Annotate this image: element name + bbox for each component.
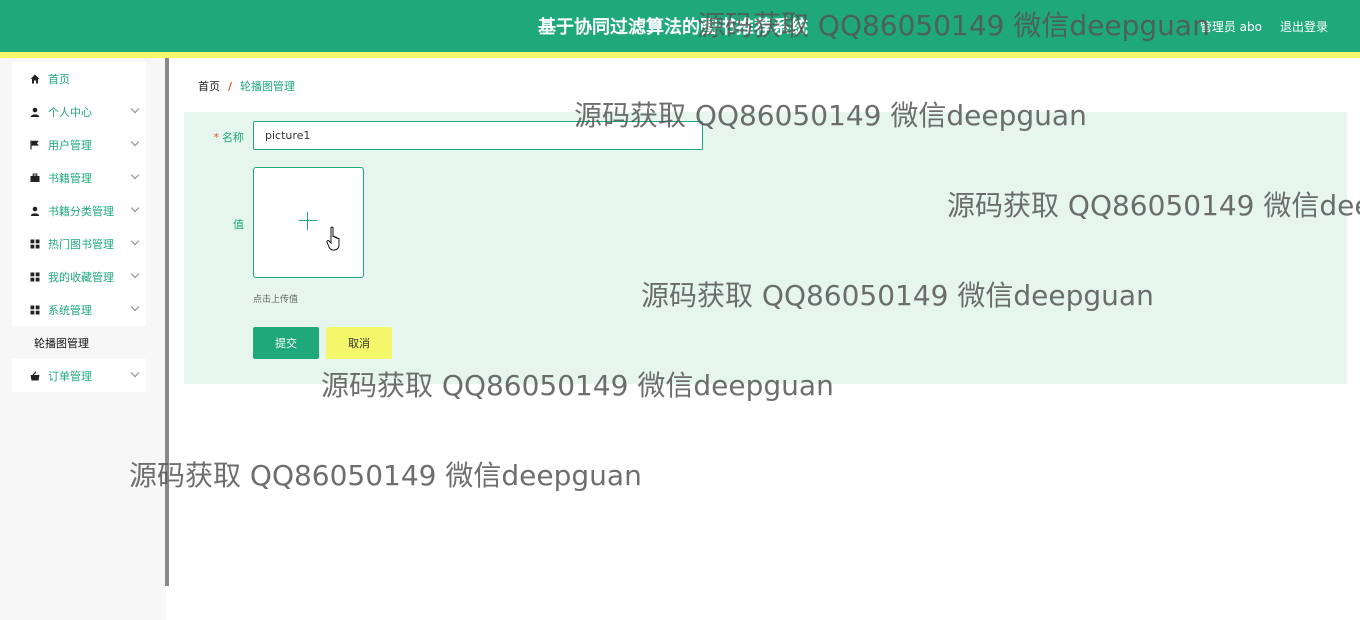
sidebar-item-label: 热门图书管理: [48, 237, 114, 251]
sidebar-item-label: 订单管理: [48, 369, 92, 383]
sidebar-item-system-management[interactable]: 系统管理: [12, 293, 146, 326]
sidebar-item-book-category-management[interactable]: 书籍分类管理: [12, 194, 146, 227]
sidebar-item-home[interactable]: 首页: [12, 62, 146, 95]
sidebar-item-label: 书籍管理: [48, 171, 92, 185]
sidebar-item-order-management[interactable]: 订单管理: [12, 359, 146, 392]
cancel-button[interactable]: 取消: [326, 327, 392, 359]
top-header-bar: 基于协同过滤算法的图书推荐系统 管理员 abo 退出登录: [0, 0, 1360, 52]
grid-icon: [30, 239, 40, 249]
required-asterisk: *: [213, 131, 220, 144]
current-user-label: 管理员 abo: [1199, 20, 1262, 34]
breadcrumb-current: 轮播图管理: [240, 80, 296, 93]
sidebar-scrollbar[interactable]: [165, 58, 169, 586]
sidebar-item-label: 书籍分类管理: [48, 204, 114, 218]
breadcrumb-home-link[interactable]: 首页: [198, 78, 220, 94]
image-upload-box[interactable]: [253, 167, 364, 278]
header-user-area: 管理员 abo 退出登录: [1200, 18, 1328, 35]
sidebar-item-label: 轮播图管理: [34, 336, 89, 350]
sidebar-item-book-management[interactable]: 书籍管理: [12, 161, 146, 194]
chevron-down-icon: [130, 368, 140, 378]
submit-button[interactable]: 提交: [253, 327, 319, 359]
pointer-hand-icon: [326, 226, 340, 251]
plus-icon: [299, 212, 317, 230]
value-field-label: 值: [233, 218, 244, 231]
sidebar: 首页 个人中心 用户管理 书籍管理 书籍分类管理 热门图书管理 我的收藏管理 系…: [0, 58, 166, 620]
app-title: 基于协同过滤算法的图书推荐系统: [538, 17, 808, 38]
chevron-down-icon: [130, 302, 140, 312]
sidebar-item-popular-books-management[interactable]: 热门图书管理: [12, 227, 146, 260]
sidebar-item-label: 我的收藏管理: [48, 270, 114, 284]
sidebar-item-label: 首页: [48, 72, 70, 86]
sidebar-menu: 首页 个人中心 用户管理 书籍管理 书籍分类管理 热门图书管理 我的收藏管理 系…: [12, 62, 146, 392]
chevron-down-icon: [130, 203, 140, 213]
name-field-label: * 名称: [213, 131, 245, 144]
sidebar-subitem-carousel-management[interactable]: 轮播图管理: [12, 326, 146, 359]
sidebar-item-my-favorites-management[interactable]: 我的收藏管理: [12, 260, 146, 293]
watermark-text: 源码获取 QQ86050149 微信deepguan: [129, 459, 642, 492]
upload-hint-text: 点击上传值: [253, 295, 299, 305]
sidebar-item-label: 系统管理: [48, 303, 92, 317]
home-icon: [30, 74, 40, 84]
chevron-down-icon: [130, 104, 140, 114]
briefcase-icon: [30, 173, 40, 183]
chevron-down-icon: [130, 236, 140, 246]
cart-icon: [30, 370, 40, 381]
breadcrumb-separator: /: [228, 79, 233, 93]
sidebar-item-label: 用户管理: [48, 138, 92, 152]
grid-icon: [30, 305, 40, 315]
user-icon: [30, 206, 40, 216]
name-input[interactable]: [253, 121, 703, 150]
logout-link[interactable]: 退出登录: [1280, 18, 1328, 35]
sidebar-item-personal-center[interactable]: 个人中心: [12, 95, 146, 128]
sidebar-item-user-management[interactable]: 用户管理: [12, 128, 146, 161]
grid-icon: [30, 272, 40, 282]
chevron-down-icon: [130, 269, 140, 279]
user-icon: [30, 107, 40, 117]
header-accent-stripe: [0, 52, 1360, 58]
flag-icon: [30, 140, 40, 150]
chevron-down-icon: [130, 170, 140, 180]
chevron-down-icon: [130, 137, 140, 147]
breadcrumb: 首页 / 轮播图管理: [198, 78, 295, 94]
carousel-edit-form: *名称 值 点击上传值 提交 取消: [184, 112, 1347, 384]
sidebar-item-label: 个人中心: [48, 105, 92, 119]
